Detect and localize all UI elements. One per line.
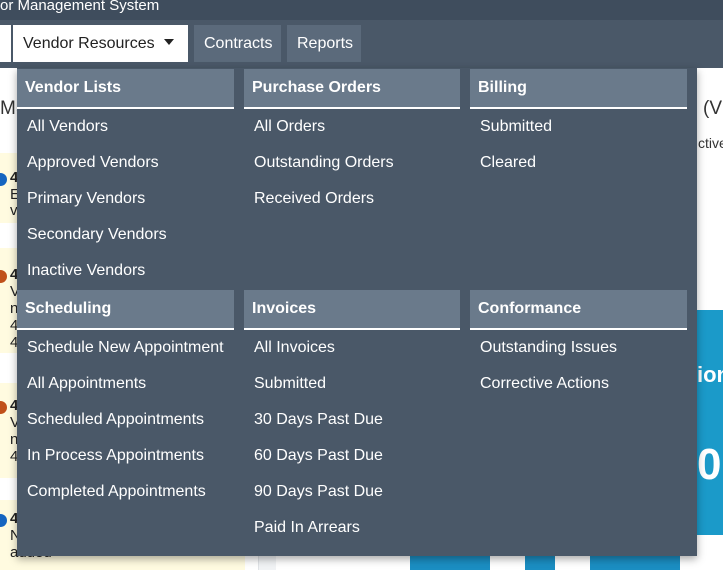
illustration-shape	[590, 555, 680, 570]
vendor-resources-dropdown: Vendor Lists Purchase Orders Billing All…	[17, 68, 697, 556]
menu-link-paid-in-arrears[interactable]: Paid In Arrears	[254, 518, 360, 538]
menu-link-billing-cleared[interactable]: Cleared	[480, 153, 536, 173]
menu-link-all-invoices[interactable]: All Invoices	[254, 338, 335, 358]
menu-link-received-orders[interactable]: Received Orders	[254, 189, 374, 209]
menu-link-invoices-submitted[interactable]: Submitted	[254, 374, 326, 394]
menu-link-corrective-actions[interactable]: Corrective Actions	[480, 374, 609, 394]
menu-link-30-days-past-due[interactable]: 30 Days Past Due	[254, 410, 383, 430]
status-dot-icon	[0, 173, 7, 186]
illustration-shape	[410, 555, 490, 570]
right-fragment-text: ctivel	[698, 135, 723, 151]
nav-reports-label: Reports	[297, 35, 354, 52]
menu-heading-conformance: Conformance	[470, 290, 687, 330]
menu-link-outstanding-issues[interactable]: Outstanding Issues	[480, 338, 617, 358]
menu-link-60-days-past-due[interactable]: 60 Days Past Due	[254, 446, 383, 466]
menu-link-in-process-appointments[interactable]: In Process Appointments	[27, 446, 204, 466]
menu-link-all-orders[interactable]: All Orders	[254, 117, 325, 137]
nav-contracts-label: Contracts	[204, 35, 273, 52]
app-title: or Management System	[0, 0, 160, 14]
menu-link-outstanding-orders[interactable]: Outstanding Orders	[254, 153, 394, 173]
menu-link-90-days-past-due[interactable]: 90 Days Past Due	[254, 482, 383, 502]
menu-heading-scheduling: Scheduling	[17, 290, 234, 330]
menu-link-completed-appointments[interactable]: Completed Appointments	[27, 482, 206, 502]
menu-heading-purchase-orders: Purchase Orders	[244, 69, 460, 109]
status-dot-icon	[0, 270, 7, 283]
menu-link-approved-vendors[interactable]: Approved Vendors	[27, 153, 159, 173]
right-heading: (V	[703, 98, 722, 119]
status-dot-icon	[0, 514, 7, 527]
status-dot-icon	[0, 401, 7, 414]
nav-item-previous[interactable]	[0, 25, 11, 62]
banner-text: ion	[697, 362, 723, 387]
caret-down-icon	[163, 38, 174, 45]
menu-link-secondary-vendors[interactable]: Secondary Vendors	[27, 225, 167, 245]
nav-vendor-resources[interactable]: Vendor Resources	[13, 25, 188, 62]
menu-link-all-appointments[interactable]: All Appointments	[27, 374, 146, 394]
menu-link-schedule-new-appointment[interactable]: Schedule New Appointment	[27, 338, 224, 358]
banner-number: 0	[697, 440, 722, 489]
promo-banner[interactable]	[697, 310, 723, 535]
menu-link-primary-vendors[interactable]: Primary Vendors	[27, 189, 145, 209]
nav-vendor-resources-label: Vendor Resources	[23, 35, 155, 52]
menu-link-all-vendors[interactable]: All Vendors	[27, 117, 108, 137]
menu-link-inactive-vendors[interactable]: Inactive Vendors	[27, 261, 145, 281]
menu-link-billing-submitted[interactable]: Submitted	[480, 117, 552, 137]
app-title-bar: or Management System	[0, 0, 723, 20]
main-nav: Vendor Resources Contracts Reports	[0, 20, 723, 68]
menu-heading-vendor-lists: Vendor Lists	[17, 69, 234, 109]
menu-heading-billing: Billing	[470, 69, 687, 109]
menu-link-scheduled-appointments[interactable]: Scheduled Appointments	[27, 410, 204, 430]
menu-heading-invoices: Invoices	[244, 290, 460, 330]
nav-reports[interactable]: Reports	[287, 25, 361, 62]
illustration-shape	[525, 555, 555, 570]
nav-contracts[interactable]: Contracts	[194, 25, 281, 62]
